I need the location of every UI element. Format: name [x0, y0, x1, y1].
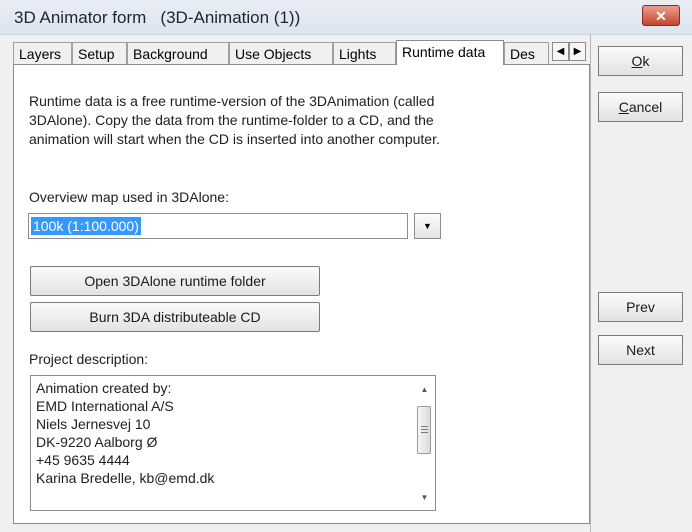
- project-description-text: Animation created by: EMD International A…: [36, 379, 214, 487]
- chevron-down-icon: ▼: [423, 221, 432, 231]
- close-icon: ✕: [655, 8, 667, 24]
- project-line: EMD International A/S: [36, 398, 174, 414]
- grip-line: [421, 432, 428, 433]
- scroll-down-icon[interactable]: ▼: [416, 490, 433, 506]
- overview-map-dropdown-button[interactable]: ▼: [414, 213, 441, 239]
- tab-lights[interactable]: Lights: [333, 42, 396, 64]
- tab-scroll-right-icon[interactable]: ▶: [569, 42, 586, 61]
- title-bar: 3D Animator form (3D-Animation (1)) ✕: [0, 0, 692, 35]
- ok-label-rest: k: [642, 53, 650, 69]
- cancel-button[interactable]: Cancel: [598, 92, 683, 122]
- project-line: DK-9220 Aalborg Ø: [36, 434, 158, 450]
- overview-map-label: Overview map used in 3DAlone:: [29, 189, 229, 205]
- tab-scroll-left-icon[interactable]: ◀: [552, 42, 569, 61]
- runtime-description: Runtime data is a free runtime-version o…: [29, 93, 440, 147]
- scroll-up-icon[interactable]: ▲: [416, 382, 433, 398]
- tab-setup[interactable]: Setup: [72, 42, 127, 64]
- divider: [590, 34, 591, 532]
- tab-layers[interactable]: Layers: [13, 42, 72, 64]
- next-button[interactable]: Next: [598, 335, 683, 365]
- close-button[interactable]: ✕: [642, 5, 680, 26]
- vertical-scrollbar[interactable]: ▲ ▼: [416, 378, 433, 508]
- cancel-label-rest: ancel: [628, 99, 663, 115]
- open-runtime-folder-button[interactable]: Open 3DAlone runtime folder: [30, 266, 320, 296]
- scrollbar-thumb[interactable]: [417, 406, 431, 454]
- overview-map-select[interactable]: 100k (1:100.000): [28, 213, 408, 239]
- overview-map-value: 100k (1:100.000): [31, 217, 141, 235]
- prev-button[interactable]: Prev: [598, 292, 683, 322]
- tab-runtime-data[interactable]: Runtime data: [396, 40, 504, 65]
- project-line: Animation created by:: [36, 380, 172, 396]
- project-line: +45 9635 4444: [36, 452, 130, 468]
- ok-mnemonic: O: [631, 53, 643, 69]
- project-line: Karina Bredelle, kb@emd.dk: [36, 470, 215, 486]
- tab-use-objects[interactable]: Use Objects: [229, 42, 333, 64]
- window-title: 3D Animator form (3D-Animation (1)): [14, 8, 301, 27]
- cancel-mnemonic: C: [618, 99, 629, 115]
- burn-cd-button[interactable]: Burn 3DA distributeable CD: [30, 302, 320, 332]
- tab-description[interactable]: Des: [504, 42, 549, 64]
- project-description-textarea[interactable]: Animation created by: EMD International A…: [30, 375, 436, 511]
- tab-strip: Layers Setup Background Use Objects Ligh…: [13, 40, 590, 65]
- project-description-label: Project description:: [29, 351, 149, 367]
- ok-button[interactable]: Ok: [598, 46, 683, 76]
- grip-line: [421, 429, 428, 430]
- runtime-data-panel: Runtime data is a free runtime-version o…: [13, 64, 590, 524]
- grip-line: [421, 426, 428, 427]
- project-line: Niels Jernesvej 10: [36, 416, 151, 432]
- tab-background[interactable]: Background: [127, 42, 229, 64]
